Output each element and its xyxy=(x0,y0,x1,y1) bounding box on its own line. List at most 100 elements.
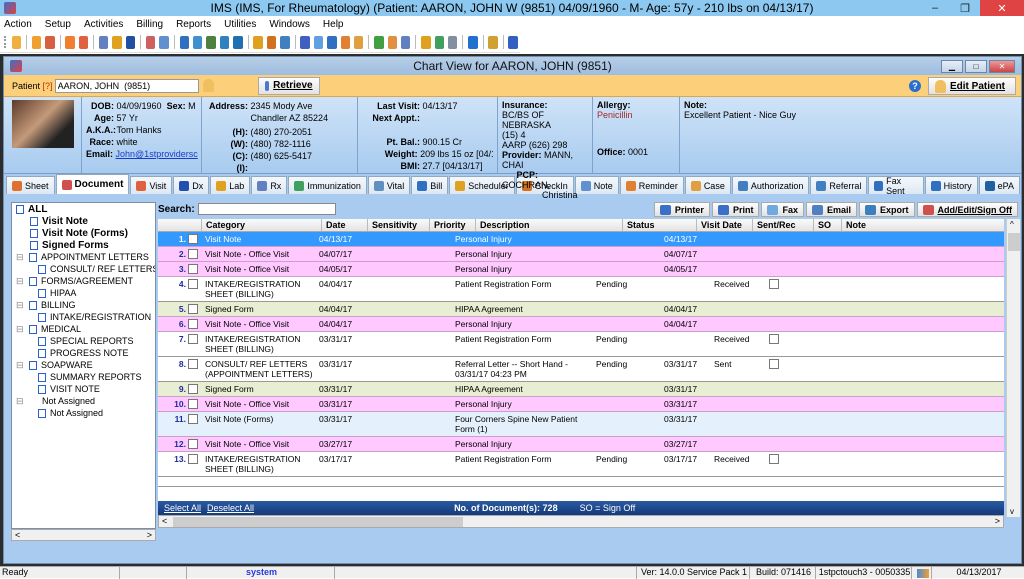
checkbox[interactable] xyxy=(188,439,198,449)
checkbox[interactable] xyxy=(188,384,198,394)
tree-node[interactable]: ⊟ BILLING xyxy=(12,299,155,311)
restore-button[interactable]: ❐ xyxy=(950,0,980,16)
patient-help-link[interactable]: [?] xyxy=(43,81,53,91)
table-row[interactable]: 6. Visit Note - Office Visit 04/04/17 Perso… xyxy=(158,317,1004,332)
sign-off-checkbox[interactable] xyxy=(769,279,779,289)
send-icon[interactable] xyxy=(300,35,310,49)
so-cell[interactable] xyxy=(766,317,788,331)
tree-node[interactable]: PROGRESS NOTE xyxy=(12,347,155,359)
tab-history[interactable]: History xyxy=(924,176,978,194)
report-icon[interactable] xyxy=(401,35,411,49)
chart-maximize-button[interactable]: □ xyxy=(965,60,987,73)
row-checkbox[interactable] xyxy=(188,382,202,396)
menu-reports[interactable]: Reports xyxy=(176,19,211,30)
tree-collapse-icon[interactable]: ⊟ xyxy=(16,252,26,263)
lab-flask-icon[interactable] xyxy=(112,35,122,49)
column-header[interactable]: Note xyxy=(842,219,1004,231)
table-row[interactable]: 11. Visit Note (Forms) 03/31/17 Four Corner… xyxy=(158,412,1004,437)
checkbox[interactable] xyxy=(188,319,198,329)
lock-icon[interactable] xyxy=(488,35,498,49)
row-checkbox[interactable] xyxy=(188,247,202,261)
so-cell[interactable] xyxy=(766,452,788,476)
claims-icon[interactable] xyxy=(206,35,216,49)
so-cell[interactable] xyxy=(766,232,788,246)
tab-epa[interactable]: ePA xyxy=(978,176,1020,194)
help-icon[interactable] xyxy=(468,35,478,49)
checkin-icon[interactable] xyxy=(266,35,277,49)
so-cell[interactable] xyxy=(766,412,788,436)
tree-node[interactable]: Visit Note xyxy=(12,215,155,227)
chart-close-button[interactable]: ✕ xyxy=(989,60,1015,73)
column-header[interactable]: Priority xyxy=(430,219,476,231)
user-folder-icon[interactable] xyxy=(387,35,398,49)
reminder-icon[interactable] xyxy=(340,35,351,49)
tree-node[interactable]: ⊟ FORMS/AGREEMENT xyxy=(12,275,155,287)
column-header[interactable] xyxy=(158,219,202,231)
tab-sheet[interactable]: Sheet xyxy=(6,176,55,194)
tab-referral[interactable]: Referral xyxy=(810,176,868,194)
tree-node[interactable]: HIPAA xyxy=(12,287,155,299)
patient-lookup-icon[interactable] xyxy=(202,79,214,92)
tree-node[interactable]: ⊟ MEDICAL xyxy=(12,323,155,335)
table-row[interactable]: 3. Visit Note - Office Visit 04/05/17 Perso… xyxy=(158,262,1004,277)
row-checkbox[interactable] xyxy=(188,277,202,301)
sign-off-checkbox[interactable] xyxy=(769,359,779,369)
table-row[interactable]: 7. INTAKE/REGISTRATION SHEET (BILLING) 03/… xyxy=(158,332,1004,357)
checkbox[interactable] xyxy=(188,249,198,259)
retrieve-button[interactable]: Retrieve xyxy=(257,76,320,95)
transfer-icon[interactable] xyxy=(421,35,431,49)
table-row[interactable]: 13. INTAKE/REGISTRATION SHEET (BILLING) 03… xyxy=(158,452,1004,477)
so-cell[interactable] xyxy=(766,262,788,276)
so-cell[interactable] xyxy=(766,357,788,381)
grid-vertical-scrollbar[interactable]: ^ v xyxy=(1006,219,1020,517)
column-header[interactable]: Sensitivity xyxy=(368,219,430,231)
tree-node[interactable]: Visit Note (Forms) xyxy=(12,227,155,239)
menu-help[interactable]: Help xyxy=(323,19,344,30)
row-checkbox[interactable] xyxy=(188,317,202,331)
table-row[interactable]: 2. Visit Note - Office Visit 04/07/17 Perso… xyxy=(158,247,1004,262)
tab-vital[interactable]: Vital xyxy=(367,176,411,194)
row-checkbox[interactable] xyxy=(188,357,202,381)
checkbox[interactable] xyxy=(188,414,198,424)
patient-icon[interactable] xyxy=(11,35,22,49)
rx-icon[interactable] xyxy=(98,35,109,49)
checkbox[interactable] xyxy=(188,454,198,464)
tab-dx[interactable]: Dx xyxy=(173,176,210,194)
checkbox[interactable] xyxy=(188,304,198,314)
checkbox[interactable] xyxy=(188,264,198,274)
tree-node[interactable]: INTAKE/REGISTRATION xyxy=(12,311,155,323)
fax-sent-icon[interactable] xyxy=(327,35,337,49)
patient-check-icon[interactable] xyxy=(45,35,55,49)
tab-bill[interactable]: Bill xyxy=(411,176,449,194)
select-all-link[interactable]: Select All xyxy=(164,503,201,513)
tree-node[interactable]: SUMMARY REPORTS xyxy=(12,371,155,383)
so-cell[interactable] xyxy=(766,397,788,411)
menu-windows[interactable]: Windows xyxy=(269,19,310,30)
row-checkbox[interactable] xyxy=(188,412,202,436)
fax-icon[interactable] xyxy=(313,35,324,49)
table-row[interactable]: 5. Signed Form 04/04/17 HIPAA Agreement 04/0… xyxy=(158,302,1004,317)
table-row[interactable]: 1. Visit Note 04/13/17 Personal Injury 04/13… xyxy=(158,232,1004,247)
column-header[interactable]: Date xyxy=(322,219,368,231)
tree-node[interactable]: ALL xyxy=(12,203,155,215)
calculator-icon[interactable] xyxy=(448,35,458,49)
so-cell[interactable] xyxy=(766,277,788,301)
tree-collapse-icon[interactable]: ⊟ xyxy=(16,324,26,335)
row-checkbox[interactable] xyxy=(188,397,202,411)
chart-icon[interactable] xyxy=(374,35,384,49)
visit-note-icon[interactable] xyxy=(78,35,89,49)
menu-utilities[interactable]: Utilities xyxy=(224,19,256,30)
document-icon[interactable] xyxy=(145,35,156,49)
scheduler-icon[interactable] xyxy=(253,35,263,49)
minimize-button[interactable]: – xyxy=(920,0,950,16)
grid-horizontal-scrollbar[interactable]: < > xyxy=(158,515,1004,528)
checkbox[interactable] xyxy=(188,359,198,369)
tree-node[interactable]: SPECIAL REPORTS xyxy=(12,335,155,347)
table-row[interactable]: 9. Signed Form 03/31/17 HIPAA Agreement 03/3… xyxy=(158,382,1004,397)
tree-collapse-icon[interactable]: ⊟ xyxy=(16,300,26,311)
billing-user-icon[interactable] xyxy=(219,35,230,49)
search-input[interactable] xyxy=(197,203,336,215)
sign-off-checkbox[interactable] xyxy=(769,334,779,344)
tab-rx[interactable]: Rx xyxy=(251,176,288,194)
table-row[interactable]: 10. Visit Note - Office Visit 03/31/17 Pers… xyxy=(158,397,1004,412)
